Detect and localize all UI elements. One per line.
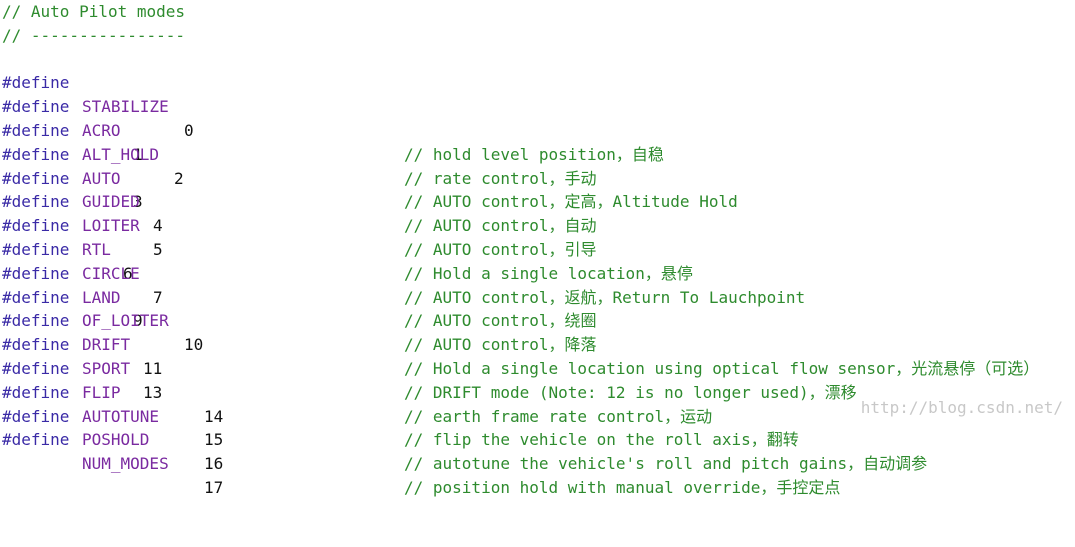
- divider-comment: // ----------------: [2, 25, 186, 45]
- define-line: #define AUTO 3 // AUTO control，自动: [2, 119, 1072, 235]
- define-line: #define RTL 6 // AUTO control，返航，Return …: [2, 190, 1072, 306]
- define-line: #define ACRO 1 // rate control，手动: [2, 71, 1072, 187]
- define-value: 16: [204, 454, 224, 474]
- title-comment: // Auto Pilot modes: [2, 2, 186, 21]
- define-comment: // autotune the vehicle's roll and pitch…: [404, 454, 928, 474]
- define-line: #define GUIDED 4 // AUTO control，引导: [2, 143, 1072, 259]
- define-line: #define SPORT 13 // earth frame rate con…: [2, 309, 1072, 425]
- define-line: #define OF_LOITER 10 // Hold a single lo…: [2, 262, 1072, 378]
- define-value: 15: [204, 430, 224, 450]
- define-line: #define LAND 9 // AUTO control，降落: [2, 238, 1072, 354]
- define-line: #define ALT_HOLD 2 // AUTO control，定高，Al…: [2, 95, 1072, 211]
- define-line: #define STABILIZE 0 // hold level positi…: [2, 48, 1072, 163]
- watermark: http://blog.csdn.net/: [860, 398, 1063, 417]
- define-comment: // flip the vehicle on the roll axis，翻转: [404, 430, 799, 450]
- define-line: #define FLIP 14 // flip the vehicle on t…: [2, 333, 1072, 449]
- define-line: #define DRIFT 11 // DRIFT mode (Note: 12…: [2, 286, 1072, 401]
- define-line: #define CIRCLE 7 // AUTO control，绕圈: [2, 214, 1072, 330]
- define-keyword: #define: [2, 430, 70, 450]
- define-value: 17: [204, 477, 224, 497]
- define-name: NUM_MODES: [82, 454, 169, 474]
- define-comment: // position hold with manual override，手控…: [404, 477, 841, 497]
- code-editor: // Auto Pilot modes // ---------------- …: [2, 0, 1072, 497]
- define-line: #define LOITER 5 // Hold a single locati…: [2, 167, 1072, 282]
- define-line: #define AUTOTUNE 15 // autotune the vehi…: [2, 357, 1072, 473]
- define-name: POSHOLD: [82, 430, 150, 450]
